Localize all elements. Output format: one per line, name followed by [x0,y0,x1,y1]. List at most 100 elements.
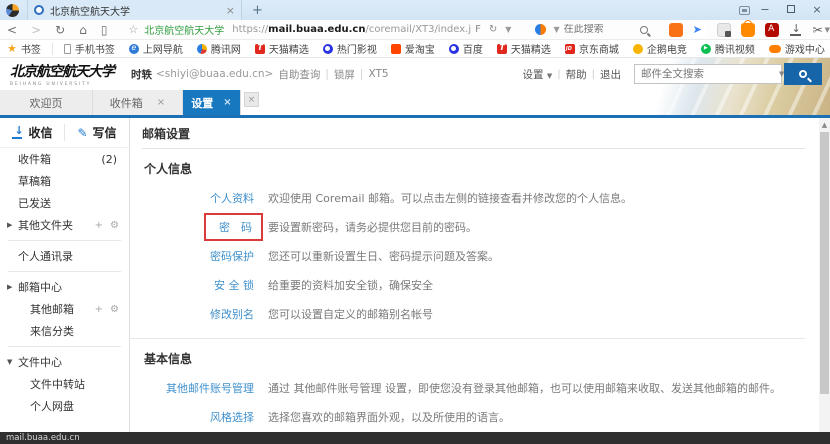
password-protect-link[interactable]: 密码保护 [142,248,254,264]
help-link[interactable]: 帮助 [566,67,587,82]
share-plane-icon[interactable] [693,23,707,37]
scroll-up-arrow-icon[interactable]: ▲ [819,118,830,131]
user-avatar[interactable] [6,4,19,17]
search-engine-chevron-icon[interactable]: ▼ [549,25,563,34]
mail-search-button[interactable] [784,63,822,85]
expand-arrow-icon[interactable]: ▶ [7,221,12,229]
sidebar-item-other-mailbox[interactable]: 其他邮箱+⚙ [0,298,129,320]
bookmark-label: 天猫精选 [511,41,551,56]
tab-close-icon[interactable]: × [226,4,235,17]
mail-body: 收信 ✎写信 收件箱(2) 草稿箱 已发送 ▶其他文件夹+⚙ 个人通讯录 ▶邮箱… [0,118,830,432]
sidebar-divider [8,346,121,347]
expand-arrow-icon[interactable]: ▶ [7,283,12,291]
url-text[interactable]: https://mail.buaa.edu.cn/coremail/XT3/in… [232,24,471,35]
shopping-bag-icon[interactable] [741,23,755,37]
sidebar-item-other-folders[interactable]: ▶其他文件夹+⚙ [0,214,129,236]
style-link[interactable]: 风格选择 [142,409,254,425]
bookmark-item[interactable]: 手机书签 [64,41,115,56]
password-link[interactable]: 密 码 [219,221,252,234]
bookmark-item[interactable]: 天猫精选 [255,41,309,56]
page-scrollbar[interactable]: ▲ [819,118,830,432]
game-center-icon[interactable] [669,23,683,37]
logo-text: 北京航空航天大学 [10,61,125,81]
minimize-button[interactable]: − [752,0,778,20]
back-icon[interactable]: < [0,23,24,37]
search-icon[interactable] [640,26,648,34]
bookmark-item[interactable]: 上网导航 [129,41,183,56]
xt5-link[interactable]: XT5 [368,68,388,80]
scrollbar-thumb[interactable] [820,132,829,394]
bookmark-item[interactable]: 爱淘宝 [391,41,435,56]
bookmark-item[interactable]: 热门影视 [323,41,377,56]
verified-site-name[interactable]: 北京航空航天大学 [144,22,224,37]
profile-link[interactable]: 个人资料 [142,190,254,206]
chevron-down-icon[interactable]: ▼ [501,25,515,34]
favorite-star-icon[interactable]: ☆ [128,23,138,36]
sidebar-item-net-disk[interactable]: 个人网盘 [0,395,129,417]
page-shield-icon[interactable]: F [471,24,485,35]
other-accounts-link[interactable]: 其他邮件账号管理 [142,380,254,396]
bookmark-item[interactable]: 京东商城 [565,41,619,56]
tab-welcome[interactable]: 欢迎页 [0,90,93,115]
browser-search[interactable]: ▼ [535,24,653,35]
tab-close-icon[interactable]: × [223,97,231,108]
compatibility-icon[interactable]: ↻ [485,24,501,35]
lock-screen-link[interactable]: 锁屏 [334,67,355,82]
mailbox-settings-gear-icon[interactable]: ⚙ [110,304,119,315]
settings-content: 邮箱设置 个人信息 个人资料 欢迎使用 Coremail 邮箱。可以点击左侧的链… [130,118,819,432]
sidebar-group-file-center[interactable]: ▼文件中心 [0,351,129,373]
search-engine-logo-icon[interactable] [535,24,546,35]
security-lock-link[interactable]: 安 全 锁 [142,277,254,293]
self-service-link[interactable]: 自助查询 [278,67,320,82]
forward-icon[interactable]: > [24,23,48,37]
maximize-button[interactable] [778,0,804,20]
address-bar[interactable]: ☆ 北京航空航天大学 https://mail.buaa.edu.cn/core… [122,22,521,37]
sidebar-group-mail-center[interactable]: ▶邮箱中心 [0,276,129,298]
browser-tab[interactable]: 北京航空航天大学 × [27,0,242,20]
browser-search-input[interactable] [564,24,634,35]
mail-search-input[interactable] [635,68,779,80]
bookmark-item[interactable]: 腾讯网 [197,41,241,56]
add-folder-icon[interactable]: + [95,220,103,231]
add-mailbox-icon[interactable]: + [95,304,103,315]
bookmark-item[interactable]: 天猫精选 [497,41,551,56]
reader-mode-icon[interactable]: ▯ [94,23,115,37]
logout-link[interactable]: 退出 [600,67,621,82]
home-icon[interactable]: ⌂ [72,23,94,37]
bookmark-item[interactable]: 企鹅电竞 [633,41,687,56]
jd-icon [565,44,575,54]
download-icon[interactable] [790,24,801,36]
pdf-reader-icon[interactable] [765,23,779,37]
tab-settings[interactable]: 设置× [183,90,241,115]
tab-close-icon[interactable]: × [157,97,165,108]
sidebar-item-drafts[interactable]: 草稿箱 [0,170,129,192]
mail-search-box[interactable]: ▼ [634,64,782,84]
browser-toolbar: < > ↻ ⌂ ▯ ☆ 北京航空航天大学 https://mail.buaa.e… [0,20,830,40]
bookmark-item[interactable]: 百度 [449,41,483,56]
close-button[interactable]: × [804,0,830,20]
sidebar-item-contacts[interactable]: 个人通讯录 [0,245,129,267]
app-badge-icon[interactable] [739,6,750,15]
tab-inbox[interactable]: 收件箱× [93,90,183,115]
scissors-chevron-icon[interactable]: ▼ [825,26,830,34]
sidebar-item-inbox[interactable]: 收件箱(2) [0,148,129,170]
sidebar-item-incoming-rules[interactable]: 来信分类 [0,320,129,342]
new-tab-button[interactable]: + [242,3,273,18]
refresh-icon[interactable]: ↻ [48,23,72,37]
bookmark-item[interactable]: 游戏中心 [769,41,825,56]
compose-mail-button[interactable]: ✎写信 [64,124,129,141]
folder-settings-gear-icon[interactable]: ⚙ [110,220,119,231]
collapse-arrow-icon[interactable]: ▼ [7,358,12,366]
sidebar-item-sent[interactable]: 已发送 [0,192,129,214]
bookmark-item[interactable]: 腾讯视频 [701,41,755,56]
translate-icon[interactable] [717,23,731,37]
sidebar-item-file-transfer[interactable]: 文件中转站 [0,373,129,395]
bookmark-folder[interactable]: ★书签 [7,41,41,56]
baidu-paw-icon [449,44,459,54]
screenshot-scissors-icon[interactable]: ✂ [813,23,823,37]
settings-menu[interactable]: 设置 ▼ [523,67,553,82]
tabstrip-close-icon[interactable]: × [244,92,259,107]
receive-mail-button[interactable]: 收信 [0,124,64,141]
divider: | [557,69,560,80]
alias-link[interactable]: 修改别名 [142,306,254,322]
